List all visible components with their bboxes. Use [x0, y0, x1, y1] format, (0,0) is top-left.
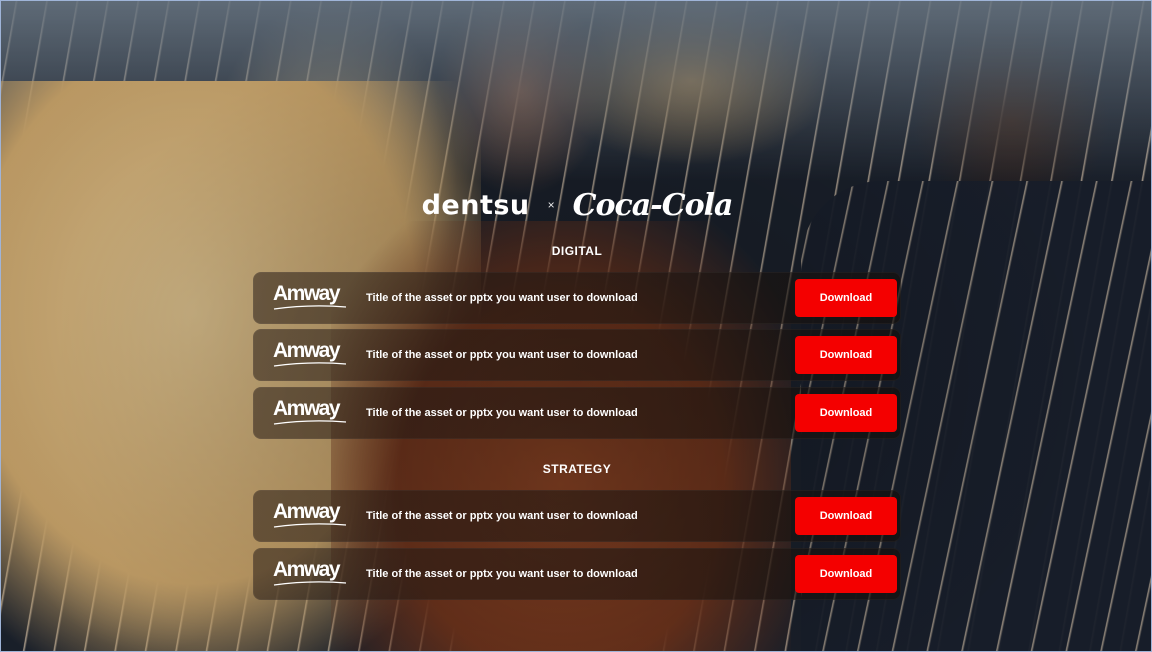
amway-logo: Amway	[273, 282, 347, 312]
asset-row: Amway Title of the asset or pptx you wan…	[253, 272, 901, 324]
asset-title: Title of the asset or pptx you want user…	[366, 349, 638, 361]
section-title-digital: DIGITAL	[551, 244, 603, 258]
asset-title: Title of the asset or pptx you want user…	[366, 407, 638, 419]
asset-row: Amway Title of the asset or pptx you wan…	[253, 490, 901, 542]
brand-lockup: dentsu × Coca-Cola	[1, 183, 1151, 227]
download-button[interactable]: Download	[795, 394, 897, 432]
amway-logo: Amway	[273, 558, 347, 588]
coca-cola-logo: Coca-Cola	[572, 187, 734, 223]
download-button[interactable]: Download	[795, 336, 897, 374]
asset-title: Title of the asset or pptx you want user…	[366, 510, 638, 522]
download-button[interactable]: Download	[795, 497, 897, 535]
page-frame: dentsu × Coca-Cola DIGITAL Amway Title o…	[0, 0, 1152, 652]
brand-separator: ×	[547, 198, 555, 212]
dentsu-logo: dentsu	[421, 189, 530, 221]
section-title-strategy: STRATEGY	[542, 462, 612, 476]
asset-row: Amway Title of the asset or pptx you wan…	[253, 329, 901, 381]
amway-logo: Amway	[273, 397, 347, 427]
download-button[interactable]: Download	[795, 279, 897, 317]
amway-logo: Amway	[273, 500, 347, 530]
amway-logo: Amway	[273, 339, 347, 369]
asset-row: Amway Title of the asset or pptx you wan…	[253, 548, 901, 600]
asset-row: Amway Title of the asset or pptx you wan…	[253, 387, 901, 439]
asset-title: Title of the asset or pptx you want user…	[366, 568, 638, 580]
download-button[interactable]: Download	[795, 555, 897, 593]
asset-title: Title of the asset or pptx you want user…	[366, 292, 638, 304]
